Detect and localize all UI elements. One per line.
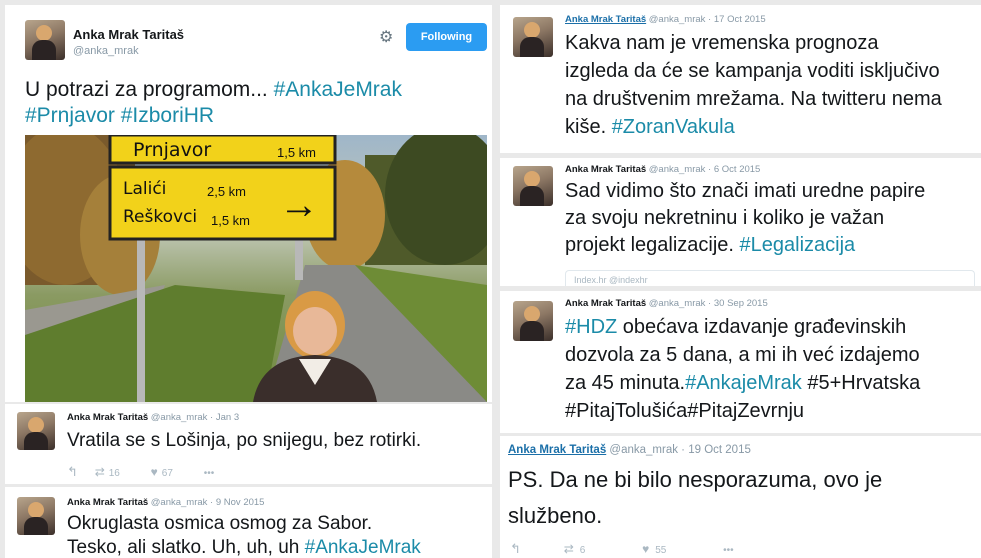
author-name[interactable]: Anka Mrak Taritaš [67, 497, 148, 508]
tweet-actions: ↰ ⇄ 16 ♥ 67 ••• [67, 464, 228, 480]
hashtag-link[interactable]: #AnkaJeMrak [274, 78, 402, 101]
retweet-count: 16 [108, 468, 120, 479]
sign-line1: Prnjavor [133, 139, 212, 161]
tweet-card: Anka Mrak Taritaš @anka_mrak · 9 Nov 201… [5, 487, 492, 558]
tweet-card: Anka Mrak Taritaš @anka_mrak · 19 Oct 20… [500, 436, 981, 558]
retweet-icon: ⇄ [563, 542, 574, 556]
photo-scene [25, 135, 487, 402]
tweet-header: Anka Mrak Taritaš @anka_mrak · 30 Sep 20… [565, 298, 768, 309]
handle-date[interactable]: @anka_mrak · 19 Oct 2015 [609, 444, 750, 456]
tweet-header: Anka Mrak Taritaš @anka_mrak · 19 Oct 20… [508, 444, 751, 456]
tweet-card: Anka Mrak Taritaš @anka_mrak · 6 Oct 201… [500, 158, 981, 286]
avatar[interactable] [17, 497, 55, 535]
like-count: 55 [655, 545, 667, 556]
retweet-icon: ⇄ [94, 465, 105, 479]
avatar[interactable] [513, 166, 553, 206]
tweet-card: Anka Mrak Taritaš @anka_mrak · 30 Sep 20… [500, 291, 981, 433]
sign-line2-distance: 2,5 km [207, 184, 247, 199]
author-name[interactable]: Anka Mrak Taritaš [67, 412, 148, 423]
tweet-text: Sad vidimo što znači imati uredne papire… [565, 180, 926, 256]
reply-icon[interactable]: ↰ [510, 541, 521, 557]
gear-icon[interactable]: ⚙ [379, 27, 393, 47]
hashtag-link[interactable]: #ZoranVakula [612, 116, 735, 138]
avatar[interactable] [513, 17, 553, 57]
tweet-text: Okruglasta osmica osmog za Sabor. Tesko,… [67, 513, 421, 558]
like-button[interactable]: ♥ 67 [151, 465, 187, 479]
handle-date[interactable]: @anka_mrak · 30 Sep 2015 [649, 298, 768, 309]
sign-line3: Reškovci [123, 207, 198, 227]
sign-line3-distance: 1,5 km [211, 213, 251, 228]
arrow-right-icon: → [279, 183, 319, 227]
tweet-header: Anka Mrak Taritaš @anka_mrak · 17 Oct 20… [565, 14, 766, 25]
tweet-header: Anka Mrak Taritaš @anka_mrak · 9 Nov 201… [67, 497, 264, 508]
tweet-text: U potrazi za programom... #AnkaJeMrak #P… [25, 78, 402, 127]
sign-line1-distance: 1,5 km [277, 145, 317, 160]
tweet-text: Vratila se s Lošinja, po snijegu, bez ro… [67, 430, 422, 451]
more-icon[interactable]: ••• [723, 545, 734, 556]
quoted-tweet-author: Index.hr @indexhr [574, 275, 648, 285]
tweet-card: Anka Mrak Taritaš @anka_mrak · Jan 3 Vra… [5, 404, 492, 484]
like-button[interactable]: ♥ 55 [642, 542, 680, 556]
hashtag-link[interactable]: #Legalizacija [740, 234, 856, 256]
hashtag-link[interactable]: #IzboriHR [121, 104, 214, 127]
like-count: 67 [161, 468, 173, 479]
avatar[interactable] [17, 412, 55, 450]
tweet-card: Anka Mrak Taritaš @anka_mrak · 17 Oct 20… [500, 5, 981, 153]
retweet-button[interactable]: ⇄ 6 [564, 542, 600, 556]
hashtag-link[interactable]: #AnkajeMrak [685, 372, 802, 394]
handle-date[interactable]: @anka_mrak · 17 Oct 2015 [649, 14, 766, 25]
author-name[interactable]: Anka Mrak Taritaš [73, 27, 184, 42]
main-tweet-card: Anka Mrak Taritaš @anka_mrak ⚙ Following… [5, 5, 492, 402]
reply-icon[interactable]: ↰ [67, 464, 78, 480]
hashtag-link[interactable]: #Prnjavor [25, 104, 115, 127]
hashtag-link[interactable]: #AnkaJeMrak [305, 537, 421, 558]
hashtag-link[interactable]: #HDZ [565, 316, 617, 338]
quoted-tweet[interactable]: Index.hr @indexhr [565, 270, 975, 286]
tweet-text: PS. Da ne bi bilo nesporazuma, ovo je sl… [508, 467, 883, 528]
like-icon: ♥ [642, 542, 650, 556]
following-button[interactable]: Following [406, 23, 487, 51]
avatar[interactable] [25, 20, 65, 60]
author-handle[interactable]: @anka_mrak [73, 45, 139, 57]
author-name[interactable]: Anka Mrak Taritaš [565, 164, 646, 175]
retweet-button[interactable]: ⇄ 16 [95, 465, 134, 479]
more-icon[interactable]: ••• [204, 468, 215, 479]
tweet-header: Anka Mrak Taritaš @anka_mrak · 6 Oct 201… [565, 164, 760, 175]
author-name[interactable]: Anka Mrak Taritaš [508, 444, 606, 456]
author-name[interactable]: Anka Mrak Taritaš [565, 298, 646, 309]
tweet-text: #HDZ obećava izdavanje građevinskih dozv… [565, 316, 921, 422]
handle-date[interactable]: @anka_mrak · 9 Nov 2015 [151, 497, 265, 508]
like-icon: ♥ [150, 465, 158, 479]
retweet-count: 6 [579, 545, 586, 556]
tweet-text: Kakva nam je vremenska prognoza izgleda … [565, 32, 942, 138]
tweet-photo[interactable]: Prnjavor 1,5 km Lalići 2,5 km Reškovci 1… [25, 135, 487, 402]
tweet-actions: ↰ ⇄ 6 ♥ 55 ••• [510, 541, 748, 557]
avatar[interactable] [513, 301, 553, 341]
sign-line2: Lalići [123, 179, 167, 199]
tweet-header: Anka Mrak Taritaš @anka_mrak · Jan 3 [67, 412, 239, 423]
handle-date[interactable]: @anka_mrak · 6 Oct 2015 [649, 164, 761, 175]
author-name[interactable]: Anka Mrak Taritaš [565, 14, 646, 25]
handle-date[interactable]: @anka_mrak · Jan 3 [151, 412, 239, 423]
